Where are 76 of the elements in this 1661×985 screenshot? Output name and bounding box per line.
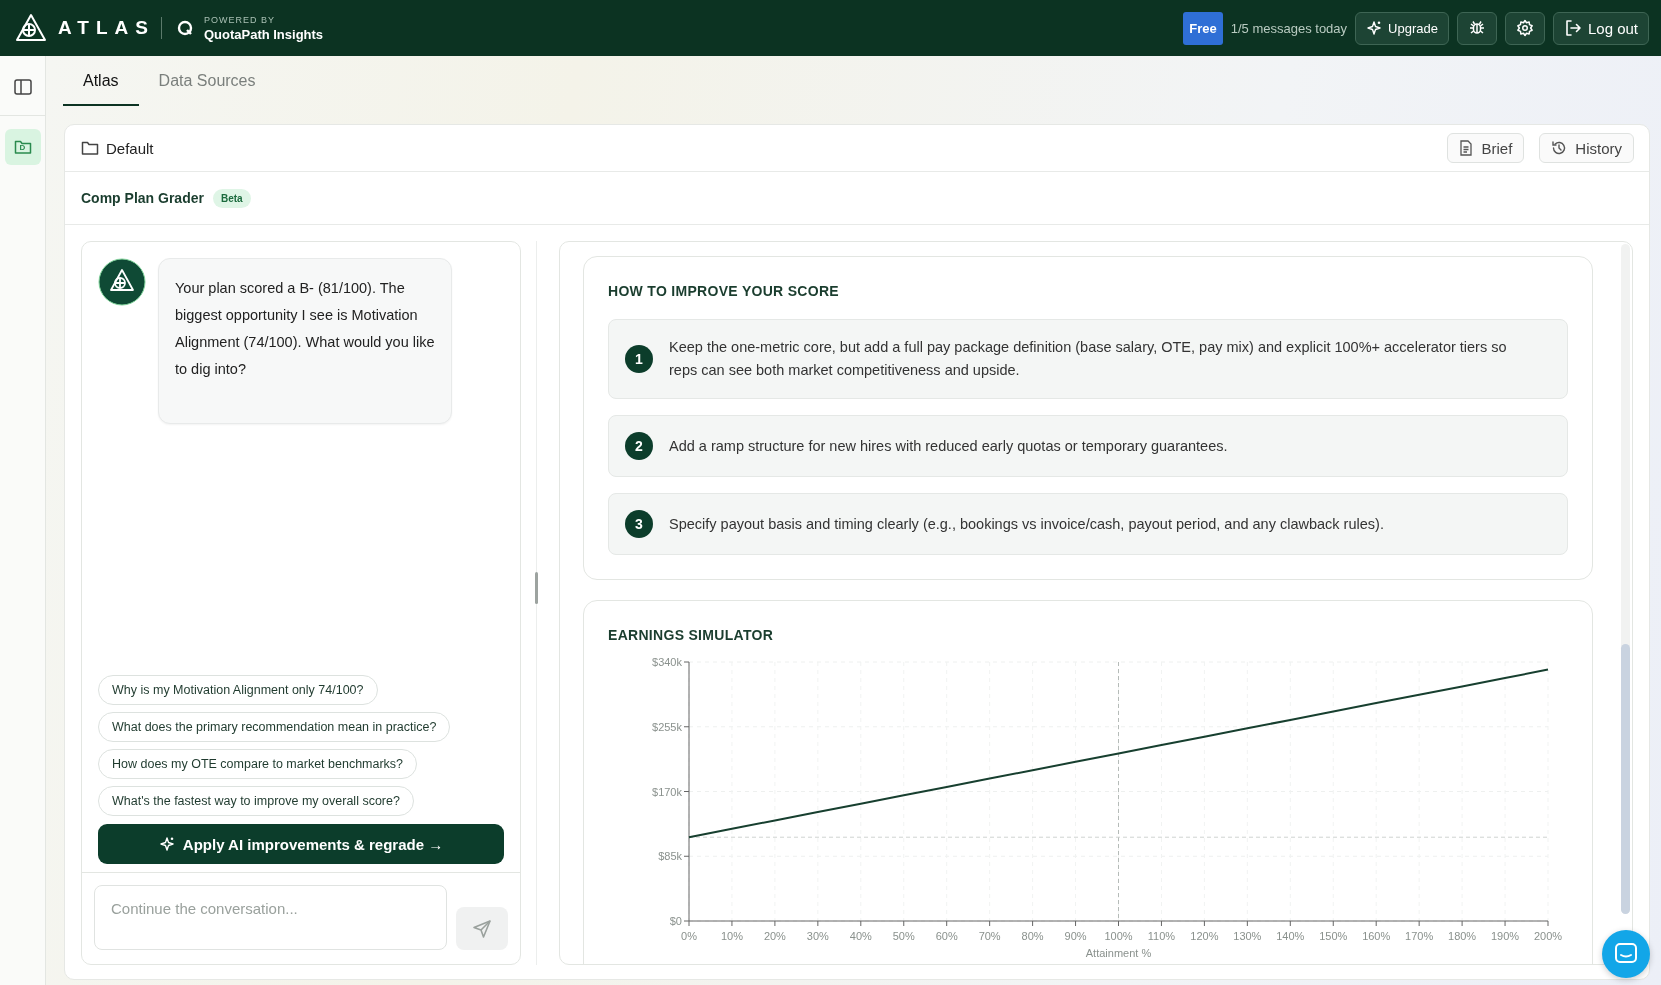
x-tick-label: 50% bbox=[892, 930, 915, 942]
app-logo: ATLAS bbox=[58, 17, 155, 39]
history-icon bbox=[1551, 140, 1568, 156]
resize-handle[interactable] bbox=[535, 572, 538, 604]
logout-icon bbox=[1563, 19, 1582, 37]
brief-button[interactable]: Brief bbox=[1447, 133, 1525, 163]
settings-button[interactable] bbox=[1504, 11, 1545, 45]
message-input[interactable]: Continue the conversation... bbox=[94, 885, 448, 950]
tool-title: Comp Plan Grader bbox=[81, 190, 204, 206]
sparkle-icon bbox=[158, 836, 175, 852]
x-tick-label: 180% bbox=[1448, 930, 1477, 942]
x-tick-label: 100% bbox=[1104, 930, 1133, 942]
section-title: EARNINGS SIMULATOR bbox=[608, 627, 775, 643]
x-tick-label: 130% bbox=[1233, 930, 1262, 942]
section-title: HOW TO IMPROVE YOUR SCORE bbox=[608, 283, 840, 299]
suggestion-chip[interactable]: What's the fastest way to improve my overall score? bbox=[98, 786, 414, 816]
step-number: 2 bbox=[625, 432, 653, 460]
x-tick-label: 170% bbox=[1405, 930, 1434, 942]
history-button[interactable]: History bbox=[1539, 133, 1634, 163]
x-tick-label: 120% bbox=[1190, 930, 1219, 942]
y-tick-label: $170k bbox=[652, 785, 682, 798]
step-number: 1 bbox=[625, 345, 653, 373]
x-tick-label: 60% bbox=[935, 930, 958, 942]
tab[interactable]: Atlas bbox=[63, 58, 139, 106]
x-tick-label: 110% bbox=[1147, 930, 1176, 942]
workspace-button[interactable]: D bbox=[4, 129, 41, 165]
logout-button[interactable]: Log out bbox=[1552, 11, 1649, 45]
recommendation-text: Specify payout basis and timing clearly (e.g., bookings vs invoice/cash, payout period, and any clawback rules). bbox=[669, 514, 1384, 534]
x-tick-label: 200% bbox=[1533, 930, 1563, 942]
x-tick-label: 10% bbox=[720, 930, 743, 942]
scrollbar[interactable] bbox=[1621, 244, 1630, 914]
x-tick-label: 30% bbox=[806, 930, 829, 942]
chat-icon bbox=[1613, 942, 1639, 966]
x-tick-label: 80% bbox=[1021, 930, 1044, 942]
folder-icon bbox=[81, 140, 99, 156]
x-tick-label: 0% bbox=[681, 930, 697, 942]
suggestion-chip[interactable]: Why is my Motivation Alignment only 74/100? bbox=[98, 675, 378, 705]
report-bug-button[interactable] bbox=[1456, 11, 1497, 45]
plan-badge: Free bbox=[1183, 11, 1223, 45]
x-tick-label: 160% bbox=[1362, 930, 1391, 942]
assistant-avatar bbox=[98, 258, 146, 306]
y-tick-label: $85k bbox=[658, 850, 682, 863]
recommendation-text: Keep the one-metric core, but add a full pay package definition (base salary, OTE, pay mix) and explicit 100%+ accelerator tiers so reps can see both market competitiveness and upside. bbox=[669, 338, 1508, 380]
suggestion-chip[interactable]: How does my OTE compare to market benchmarks? bbox=[98, 749, 418, 779]
x-tick-label: 90% bbox=[1064, 930, 1087, 942]
send-icon bbox=[472, 918, 493, 939]
step-number: 3 bbox=[625, 510, 653, 538]
upgrade-button[interactable]: Upgrade bbox=[1355, 11, 1449, 45]
beta-badge: Beta bbox=[212, 188, 251, 208]
folder-icon bbox=[13, 139, 32, 155]
x-tick-label: 190% bbox=[1491, 930, 1520, 942]
x-tick-label: 40% bbox=[849, 930, 872, 942]
sparkle-icon bbox=[1366, 20, 1383, 36]
bug-icon bbox=[1467, 19, 1486, 37]
powered-by-label: POWERED BY bbox=[203, 14, 276, 25]
apply-improvements-button[interactable]: Apply AI improvements & regrade → bbox=[98, 824, 504, 864]
usage-counter: 1/5 messages today bbox=[1230, 20, 1348, 36]
send-button[interactable] bbox=[456, 907, 508, 950]
assistant-message: Your plan scored a B- (81/100). The biggest opportunity I see is Motivation Alignment (74/100). What would you like to dig into? bbox=[158, 258, 452, 424]
recommendation-text: Add a ramp structure for new hires with reduced early quotas or temporary guarantees. bbox=[669, 436, 1228, 456]
sidebar-toggle-icon bbox=[12, 77, 33, 97]
tab[interactable]: Data Sources bbox=[138, 58, 276, 106]
x-tick-label: 140% bbox=[1276, 930, 1305, 942]
y-tick-label: $255k bbox=[652, 720, 682, 733]
x-tick-label: 70% bbox=[978, 930, 1001, 942]
partner-logo-icon bbox=[175, 19, 194, 37]
folder-name: Default bbox=[106, 139, 154, 157]
settings-icon bbox=[1515, 19, 1534, 37]
partner-name: QuotaPath Insights bbox=[203, 26, 324, 42]
suggestion-chip[interactable]: What does the primary recommendation mean in practice? bbox=[98, 712, 451, 742]
y-tick-label: $0 bbox=[669, 915, 682, 927]
y-tick-label: $340k bbox=[652, 656, 682, 668]
x-axis-title: Attainment % bbox=[1085, 947, 1152, 959]
document-icon bbox=[1459, 140, 1474, 156]
x-tick-label: 150% bbox=[1319, 930, 1348, 942]
x-tick-label: 20% bbox=[763, 930, 786, 942]
